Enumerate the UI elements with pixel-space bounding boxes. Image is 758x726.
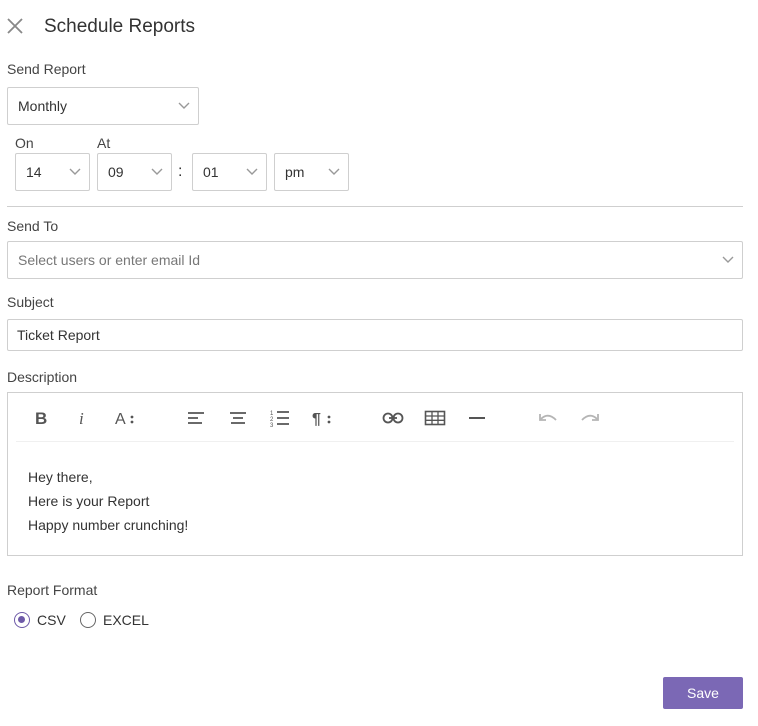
- excel-radio[interactable]: [80, 612, 96, 628]
- align-left-icon[interactable]: [182, 405, 210, 431]
- at-label: At: [97, 135, 111, 151]
- frequency-select[interactable]: Monthly: [7, 87, 199, 125]
- send-report-label: Send Report: [7, 61, 86, 77]
- report-format-label: Report Format: [7, 582, 98, 598]
- csv-radio-label[interactable]: CSV: [37, 612, 66, 628]
- subject-label: Subject: [7, 294, 54, 310]
- send-to-label: Send To: [7, 218, 59, 234]
- ampm-select[interactable]: pm: [274, 153, 349, 191]
- day-value: 14: [26, 164, 42, 180]
- csv-radio[interactable]: [14, 612, 30, 628]
- send-to-select[interactable]: Select users or enter email Id: [7, 241, 743, 279]
- svg-text:B: B: [35, 409, 47, 427]
- ordered-list-icon[interactable]: 123: [266, 405, 294, 431]
- ampm-value: pm: [285, 164, 305, 180]
- svg-text:3: 3: [270, 423, 274, 427]
- italic-icon[interactable]: i: [69, 405, 97, 431]
- description-editor[interactable]: B i A 123 ¶ Hey there, Here is your Repo…: [7, 392, 743, 556]
- description-line: Here is your Report: [28, 493, 150, 509]
- description-label: Description: [7, 369, 78, 385]
- chevron-down-icon: [722, 256, 734, 263]
- on-label: On: [15, 135, 34, 151]
- hour-select[interactable]: 09: [97, 153, 172, 191]
- chevron-down-icon: [178, 102, 190, 109]
- font-size-icon[interactable]: A: [111, 405, 139, 431]
- frequency-value: Monthly: [18, 98, 68, 114]
- svg-text:i: i: [79, 409, 84, 427]
- table-icon[interactable]: [421, 405, 449, 431]
- subject-value: Ticket Report: [17, 327, 100, 343]
- chevron-down-icon: [246, 168, 258, 175]
- chevron-down-icon: [151, 168, 163, 175]
- svg-text:A: A: [115, 411, 126, 427]
- save-button[interactable]: Save: [663, 677, 743, 709]
- undo-icon[interactable]: [534, 405, 562, 431]
- link-icon[interactable]: [379, 405, 407, 431]
- minute-value: 01: [203, 164, 219, 180]
- page-title: Schedule Reports: [44, 16, 196, 37]
- description-line: Hey there,: [28, 469, 93, 485]
- description-line: Happy number crunching!: [28, 517, 189, 533]
- day-select[interactable]: 14: [15, 153, 90, 191]
- horizontal-rule-icon[interactable]: [463, 405, 491, 431]
- hour-value: 09: [108, 164, 124, 180]
- bold-icon[interactable]: B: [27, 405, 55, 431]
- paragraph-icon[interactable]: ¶: [308, 405, 336, 431]
- chevron-down-icon: [328, 168, 340, 175]
- section-divider: [7, 206, 743, 207]
- description-body[interactable]: Hey there, Here is your Report Happy num…: [28, 465, 188, 537]
- minute-select[interactable]: 01: [192, 153, 267, 191]
- send-to-placeholder: Select users or enter email Id: [18, 252, 201, 268]
- chevron-down-icon: [69, 168, 81, 175]
- subject-input[interactable]: Ticket Report: [7, 319, 743, 351]
- svg-text:¶: ¶: [312, 411, 321, 427]
- close-icon[interactable]: [6, 17, 24, 35]
- toolbar-divider: [16, 441, 734, 442]
- redo-icon[interactable]: [576, 405, 604, 431]
- align-center-icon[interactable]: [224, 405, 252, 431]
- excel-radio-label[interactable]: EXCEL: [103, 612, 149, 628]
- time-separator: :: [178, 163, 183, 180]
